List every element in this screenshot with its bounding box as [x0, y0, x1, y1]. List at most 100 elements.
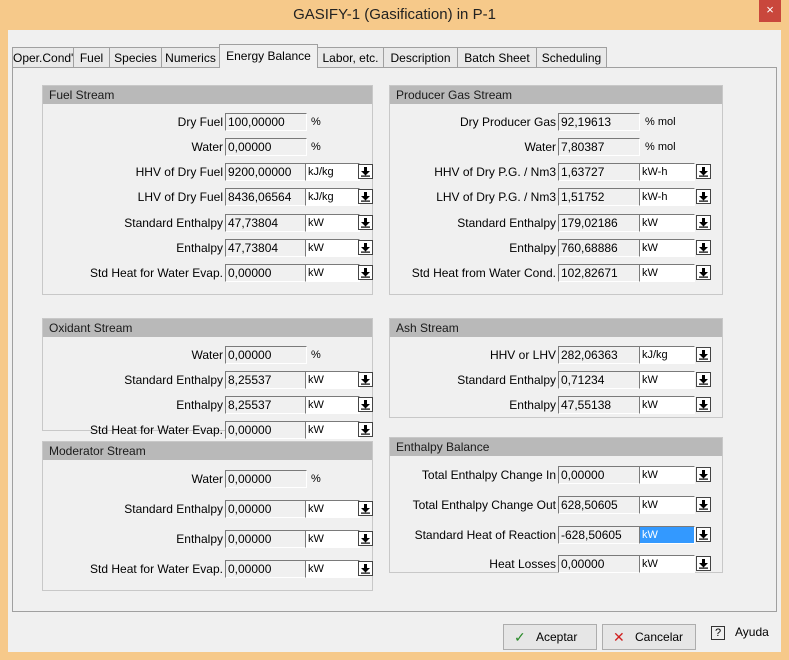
- tab-fuel[interactable]: Fuel: [73, 47, 110, 67]
- producer-gas-stream-lhv-of-dry-p-g-nm3-value[interactable]: 1,51752: [558, 188, 640, 206]
- moderator-stream-std-heat-for-water-evap-dropdown-arrow-icon[interactable]: [358, 561, 373, 576]
- tab-numerics[interactable]: Numerics: [161, 47, 220, 67]
- oxidant-stream-std-heat-for-water-evap-value[interactable]: 0,00000: [225, 421, 307, 439]
- producer-gas-stream-dry-producer-gas-value[interactable]: 92,19613: [558, 113, 640, 131]
- producer-gas-stream-enthalpy-unit-select[interactable]: kW: [639, 239, 695, 257]
- producer-gas-stream-std-heat-from-water-cond-unit-select[interactable]: kW: [639, 264, 695, 282]
- oxidant-stream-enthalpy-dropdown-arrow-icon[interactable]: [358, 397, 373, 412]
- fuel-stream-hhv-of-dry-fuel-dropdown-arrow-icon[interactable]: [358, 164, 373, 179]
- check-icon: ✓: [514, 629, 526, 645]
- moderator-stream-enthalpy-unit-select[interactable]: kW: [305, 530, 360, 548]
- producer-gas-stream-lhv-of-dry-p-g-nm3-dropdown-arrow-icon[interactable]: [696, 189, 711, 204]
- ash-stream-enthalpy-dropdown-arrow-icon[interactable]: [696, 397, 711, 412]
- fuel-stream-standard-enthalpy-dropdown-arrow-icon[interactable]: [358, 215, 373, 230]
- ash-stream-enthalpy-unit-select[interactable]: kW: [639, 396, 695, 414]
- fuel-stream-water-value[interactable]: 0,00000: [225, 138, 307, 156]
- moderator-stream-standard-enthalpy-dropdown-arrow-icon[interactable]: [358, 501, 373, 516]
- producer-gas-stream-std-heat-from-water-cond-value[interactable]: 102,82671: [558, 264, 640, 282]
- fuel-stream-lhv-of-dry-fuel-dropdown-arrow-icon[interactable]: [358, 189, 373, 204]
- ash-stream-hhv-or-lhv-value[interactable]: 282,06363: [558, 346, 640, 364]
- tab-scheduling[interactable]: Scheduling: [536, 47, 607, 67]
- enthalpy-balance-total-enthalpy-change-in-unit-select[interactable]: kW: [639, 466, 695, 484]
- producer-gas-stream-hhv-of-dry-p-g-nm3-dropdown-arrow-icon[interactable]: [696, 164, 711, 179]
- tab-oper-conds[interactable]: Oper.Cond's: [12, 47, 79, 67]
- fuel-stream-hhv-of-dry-fuel-unit-select[interactable]: kJ/kg: [305, 163, 360, 181]
- ash-stream-hhv-or-lhv-dropdown-arrow-icon[interactable]: [696, 347, 711, 362]
- enthalpy-balance-total-enthalpy-change-out-value[interactable]: 628,50605: [558, 496, 640, 514]
- oxidant-stream-std-heat-for-water-evap-dropdown-arrow-icon[interactable]: [358, 422, 373, 437]
- producer-gas-stream-standard-enthalpy-dropdown-arrow-icon[interactable]: [696, 215, 711, 230]
- tab-description[interactable]: Description: [383, 47, 458, 67]
- fuel-stream-std-heat-for-water-evap-dropdown-arrow-icon[interactable]: [358, 265, 373, 280]
- producer-gas-stream-hhv-of-dry-p-g-nm3-label: HHV of Dry P.G. / Nm3: [434, 165, 556, 179]
- fuel-stream-std-heat-for-water-evap-value[interactable]: 0,00000: [225, 264, 307, 282]
- fuel-stream-enthalpy-dropdown-arrow-icon[interactable]: [358, 240, 373, 255]
- fuel-stream-enthalpy-unit-select[interactable]: kW: [305, 239, 360, 257]
- ash-stream-hhv-or-lhv-unit-select[interactable]: kJ/kg: [639, 346, 695, 364]
- moderator-stream-water-value[interactable]: 0,00000: [225, 470, 307, 488]
- tab-labor-etc[interactable]: Labor, etc.: [317, 47, 384, 67]
- ash-stream-standard-enthalpy-dropdown-arrow-icon[interactable]: [696, 372, 711, 387]
- producer-gas-stream-enthalpy-value[interactable]: 760,68886: [558, 239, 640, 257]
- ash-stream-standard-enthalpy-unit-select[interactable]: kW: [639, 371, 695, 389]
- producer-gas-stream-std-heat-from-water-cond-dropdown-arrow-icon[interactable]: [696, 265, 711, 280]
- fuel-stream-standard-enthalpy-unit-select[interactable]: kW: [305, 214, 360, 232]
- tab-species[interactable]: Species: [109, 47, 162, 67]
- fuel-stream-dry-fuel-value[interactable]: 100,00000: [225, 113, 307, 131]
- oxidant-stream-std-heat-for-water-evap-label: Std Heat for Water Evap.: [90, 423, 223, 437]
- enthalpy-balance-standard-heat-of-reaction-dropdown-arrow-icon[interactable]: [696, 527, 711, 542]
- oxidant-stream-enthalpy-value[interactable]: 8,25537: [225, 396, 307, 414]
- enthalpy-balance-total-enthalpy-change-in-value[interactable]: 0,00000: [558, 466, 640, 484]
- producer-gas-stream-hhv-of-dry-p-g-nm3-unit-select[interactable]: kW-h: [639, 163, 695, 181]
- dialog-client-area: Oper.Cond's Fuel Species Numerics Energy…: [8, 30, 781, 652]
- accept-button[interactable]: ✓ Aceptar: [503, 624, 597, 650]
- oxidant-stream-std-heat-for-water-evap-unit-select[interactable]: kW: [305, 421, 360, 439]
- ash-stream-enthalpy-value[interactable]: 47,55138: [558, 396, 640, 414]
- tab-energy-balance[interactable]: Energy Balance: [219, 44, 318, 68]
- moderator-stream-enthalpy-value[interactable]: 0,00000: [225, 530, 307, 548]
- fuel-stream-std-heat-for-water-evap-label: Std Heat for Water Evap.: [90, 266, 223, 280]
- enthalpy-balance-standard-heat-of-reaction-unit-select[interactable]: kW: [639, 526, 695, 544]
- enthalpy-balance-total-enthalpy-change-out-dropdown-arrow-icon[interactable]: [696, 497, 711, 512]
- producer-gas-stream-standard-enthalpy-unit-select[interactable]: kW: [639, 214, 695, 232]
- accept-button-label: Aceptar: [536, 630, 578, 644]
- enthalpy-balance-total-enthalpy-change-out-unit-select[interactable]: kW: [639, 496, 695, 514]
- enthalpy-balance-heat-losses-dropdown-arrow-icon[interactable]: [696, 556, 711, 571]
- producer-gas-stream-dry-producer-gas-label: Dry Producer Gas: [459, 115, 556, 129]
- oxidant-stream-standard-enthalpy-dropdown-arrow-icon[interactable]: [358, 372, 373, 387]
- oxidant-stream-enthalpy-unit-select[interactable]: kW: [305, 396, 360, 414]
- enthalpy-balance-heat-losses-value[interactable]: 0,00000: [558, 555, 640, 573]
- fuel-stream-lhv-of-dry-fuel-value[interactable]: 8436,06564: [225, 188, 307, 206]
- enthalpy-balance-total-enthalpy-change-in-dropdown-arrow-icon[interactable]: [696, 467, 711, 482]
- producer-gas-stream-enthalpy-dropdown-arrow-icon[interactable]: [696, 240, 711, 255]
- moderator-stream-enthalpy-dropdown-arrow-icon[interactable]: [358, 531, 373, 546]
- fuel-stream-enthalpy-value[interactable]: 47,73804: [225, 239, 307, 257]
- oxidant-stream-standard-enthalpy-unit-select[interactable]: kW: [305, 371, 360, 389]
- enthalpy-balance-heat-losses-unit-select[interactable]: kW: [639, 555, 695, 573]
- enthalpy-balance-standard-heat-of-reaction-value[interactable]: -628,50605: [558, 526, 640, 544]
- cancel-button[interactable]: ✕ Cancelar: [602, 624, 696, 650]
- moderator-stream-std-heat-for-water-evap-value[interactable]: 0,00000: [225, 560, 307, 578]
- producer-gas-stream-water-label: Water: [524, 140, 556, 154]
- fuel-stream-enthalpy-label: Enthalpy: [176, 241, 223, 255]
- oxidant-stream-water-value[interactable]: 0,00000: [225, 346, 307, 364]
- producer-gas-stream-water-value[interactable]: 7,80387: [558, 138, 640, 156]
- fuel-stream-hhv-of-dry-fuel-value[interactable]: 9200,00000: [225, 163, 307, 181]
- moderator-stream-standard-enthalpy-value[interactable]: 0,00000: [225, 500, 307, 518]
- fuel-stream-standard-enthalpy-value[interactable]: 47,73804: [225, 214, 307, 232]
- ash-stream-standard-enthalpy-value[interactable]: 0,71234: [558, 371, 640, 389]
- tab-batch-sheet[interactable]: Batch Sheet: [457, 47, 537, 67]
- close-button[interactable]: ×: [759, 0, 781, 22]
- oxidant-stream-standard-enthalpy-label: Standard Enthalpy: [124, 373, 223, 387]
- oxidant-stream-standard-enthalpy-value[interactable]: 8,25537: [225, 371, 307, 389]
- fuel-stream-lhv-of-dry-fuel-unit-select[interactable]: kJ/kg: [305, 188, 360, 206]
- producer-gas-stream-standard-enthalpy-value[interactable]: 179,02186: [558, 214, 640, 232]
- moderator-stream-standard-enthalpy-unit-select[interactable]: kW: [305, 500, 360, 518]
- help-button[interactable]: ? Ayuda: [703, 620, 781, 646]
- producer-gas-stream-hhv-of-dry-p-g-nm3-value[interactable]: 1,63727: [558, 163, 640, 181]
- cancel-x-icon: ✕: [613, 629, 625, 645]
- moderator-stream-std-heat-for-water-evap-unit-select[interactable]: kW: [305, 560, 360, 578]
- fuel-stream-std-heat-for-water-evap-unit-select[interactable]: kW: [305, 264, 360, 282]
- producer-gas-stream-lhv-of-dry-p-g-nm3-unit-select[interactable]: kW-h: [639, 188, 695, 206]
- oxidant-stream-water-label: Water: [191, 348, 223, 362]
